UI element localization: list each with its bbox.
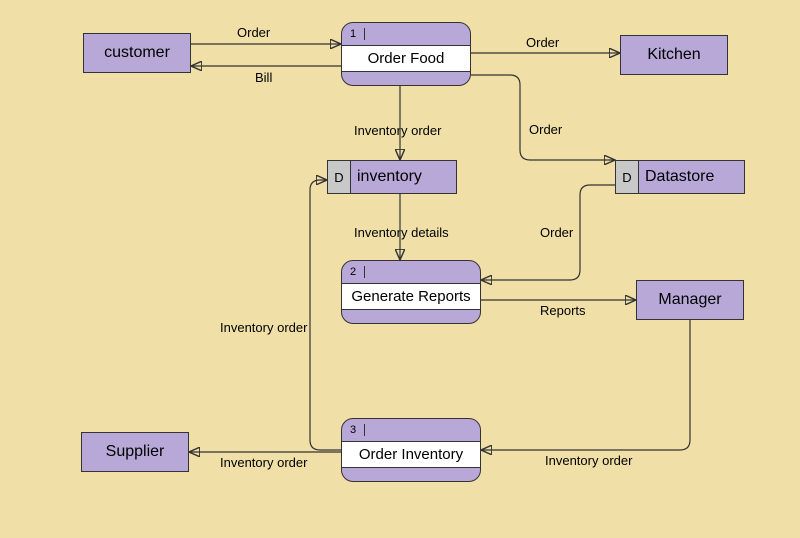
flow-label-reports: Reports [540, 303, 586, 318]
flow-label-inv-details: Inventory details [354, 225, 449, 240]
flow-label-order-3: Order [529, 122, 562, 137]
flow-label-inv-order-1: Inventory order [354, 123, 441, 138]
process-number: 3 [350, 424, 365, 436]
process-order-inventory: 3 Order Inventory [341, 418, 481, 482]
datastore-datastore: D Datastore [615, 160, 745, 194]
entity-label: Supplier [106, 443, 165, 461]
process-label: Order Inventory [342, 441, 480, 468]
entity-label: Manager [658, 291, 721, 309]
entity-label: customer [104, 44, 170, 62]
flow-label-order-1: Order [237, 25, 270, 40]
flow-label-inv-order-3: Inventory order [220, 455, 307, 470]
process-number: 1 [350, 28, 365, 40]
entity-kitchen: Kitchen [620, 35, 728, 75]
entity-customer: customer [83, 33, 191, 73]
datastore-label: Datastore [639, 161, 744, 193]
flow-label-order-4: Order [540, 225, 573, 240]
process-number: 2 [350, 266, 365, 278]
datastore-tag: D [616, 161, 639, 193]
flow-label-bill: Bill [255, 70, 272, 85]
entity-manager: Manager [636, 280, 744, 320]
entity-supplier: Supplier [81, 432, 189, 472]
dfd-canvas: customer Kitchen Manager Supplier 1 Orde… [0, 0, 800, 538]
entity-label: Kitchen [647, 46, 700, 64]
flow-label-inv-order-4: Inventory order [545, 453, 632, 468]
process-label: Order Food [342, 45, 470, 72]
process-label: Generate Reports [342, 283, 480, 310]
datastore-label: inventory [351, 161, 456, 193]
process-generate-reports: 2 Generate Reports [341, 260, 481, 324]
datastore-tag: D [328, 161, 351, 193]
flow-label-order-2: Order [526, 35, 559, 50]
process-order-food: 1 Order Food [341, 22, 471, 86]
datastore-inventory: D inventory [327, 160, 457, 194]
flow-label-inv-order-2: Inventory order [220, 320, 307, 335]
